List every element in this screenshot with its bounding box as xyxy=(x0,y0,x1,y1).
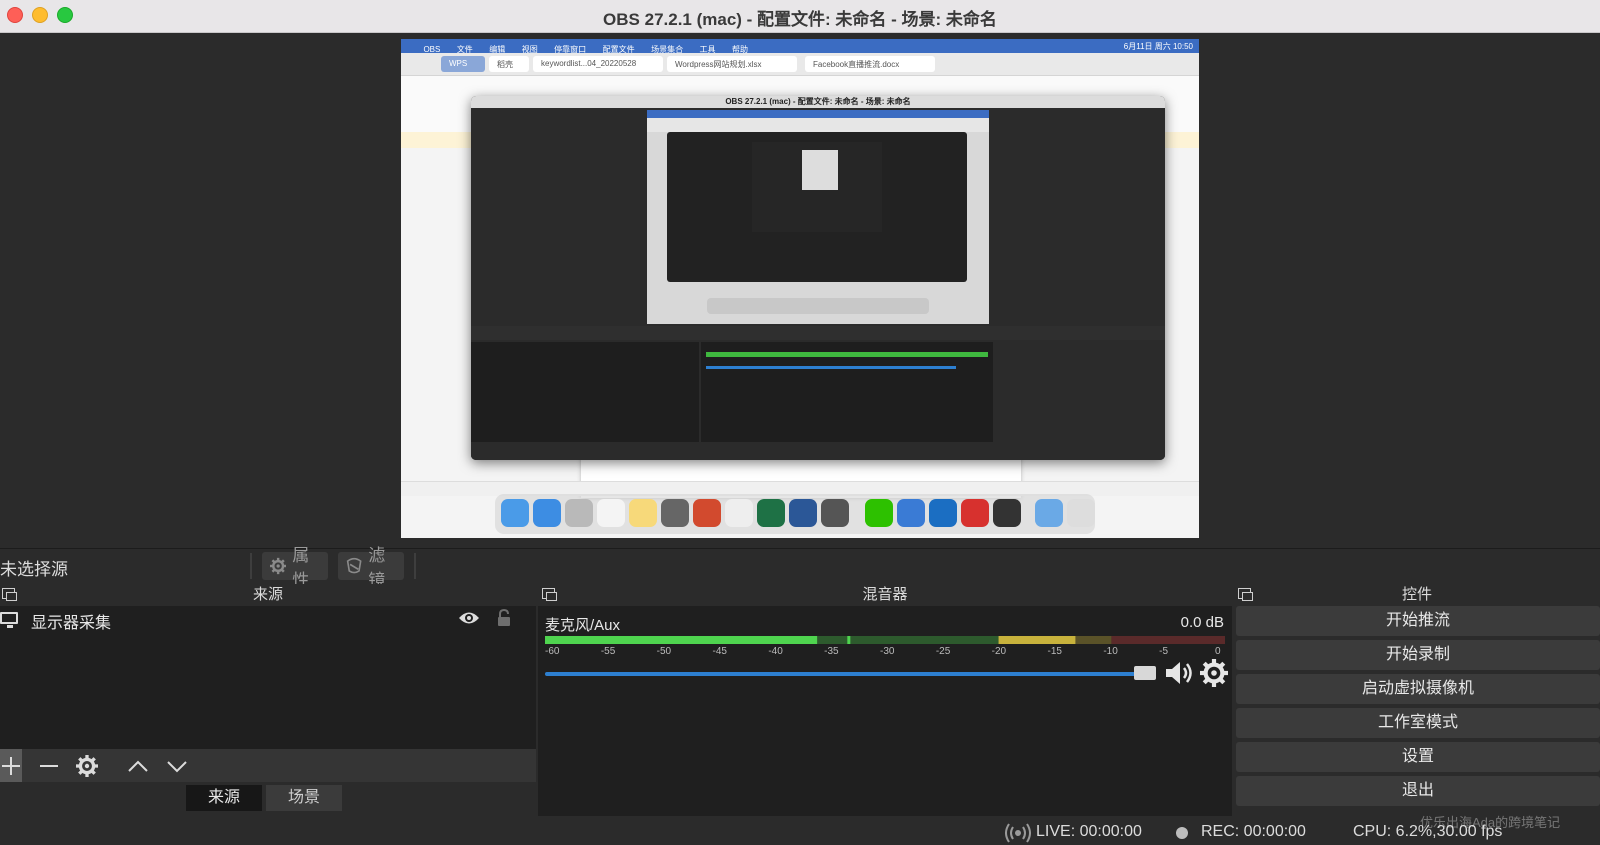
meter-scale: -60 -55 -50 -45 -40 -35 -30 -25 -20 -15 -10 -5 0 xyxy=(545,646,1225,660)
selected-source-label: 未选择源 xyxy=(0,560,68,579)
volume-fader-track[interactable] xyxy=(545,672,1143,676)
controls-dock: 开始推流 开始录制 启动虚拟摄像机 工作室模式 设置 退出 xyxy=(1234,606,1600,816)
sources-title: 来源 xyxy=(252,586,283,603)
meter-tick-label: -40 xyxy=(768,646,783,657)
mixer-level-db: 0.0 dB xyxy=(1180,614,1224,631)
meter-tick-label: -55 xyxy=(600,646,616,657)
meter-tick-label: -35 xyxy=(824,646,839,657)
tab-sources[interactable]: 来源 xyxy=(186,785,262,811)
captured-wps-tabbar: WPS 稻壳 keywordlist...04_20220528 Wordpre… xyxy=(401,53,1199,76)
meter-segment-bg xyxy=(1111,636,1225,644)
mixer-dock-header: 混音器 xyxy=(538,584,1232,606)
float-dock-icon[interactable] xyxy=(1238,588,1253,601)
settings-button[interactable]: 设置 xyxy=(1236,742,1600,772)
divider xyxy=(414,553,416,579)
rec-timer: REC: 00:00:00 xyxy=(1201,823,1306,840)
exit-button[interactable]: 退出 xyxy=(1236,776,1600,806)
captured-mac-dock xyxy=(495,494,1095,534)
record-indicator-icon xyxy=(1176,827,1188,839)
recursive-capture xyxy=(647,110,989,324)
meter-tick-label: 0 xyxy=(1215,646,1221,657)
remove-source-icon[interactable] xyxy=(38,755,60,777)
properties-button[interactable]: 属性 xyxy=(262,546,328,590)
filter-icon xyxy=(346,557,362,574)
audio-mixer: 麦克风/Aux 0.0 dB -60 -55 -50 -45 -40 -35 -30 -25-… xyxy=(538,606,1232,816)
captured-wps-tab: keywordlist...04_20220528 xyxy=(533,56,663,72)
meter-tick-label: -45 xyxy=(712,646,727,657)
window-title: OBS 27.2.1 (mac) - 配置文件: 未命名 - 场景: 未命名 xyxy=(603,10,997,29)
start-streaming-button[interactable]: 开始推流 xyxy=(1236,606,1600,636)
move-down-chevron-icon[interactable] xyxy=(166,755,188,777)
speaker-mute-icon[interactable] xyxy=(1164,659,1194,687)
float-dock-icon[interactable] xyxy=(542,588,557,601)
captured-wps-tab: Facebook直播推流.docx xyxy=(805,56,935,72)
mixer-title: 混音器 xyxy=(862,586,908,603)
meter-tick-label: -10 xyxy=(1103,646,1118,657)
controls-title: 控件 xyxy=(1401,586,1432,603)
captured-obs-docks xyxy=(471,326,1165,460)
source-settings-gear-icon[interactable] xyxy=(76,755,98,777)
tab-scenes[interactable]: 场景 xyxy=(266,785,342,811)
captured-obs-window: OBS 27.2.1 (mac) - 配置文件: 未命名 - 场景: 未命名 xyxy=(471,96,1165,460)
meter-tick-label: -50 xyxy=(656,646,672,657)
meter-tick-label: -60 xyxy=(545,646,560,657)
sources-toolbar xyxy=(0,749,536,782)
preview-screen-capture: OBS 文件 编辑 视图 停靠窗口 配置文件 场景集合 工具 帮助 6月11日 … xyxy=(401,39,1199,538)
filters-button[interactable]: 滤镜 xyxy=(338,546,404,590)
mixer-channel-name: 麦克风/Aux xyxy=(545,617,621,634)
mixer-settings-gear-icon[interactable] xyxy=(1200,659,1228,687)
sources-list[interactable]: 显示器采集 xyxy=(0,606,536,749)
divider xyxy=(250,553,252,579)
captured-wps-tab: Wordpress网站规划.xlsx xyxy=(667,56,797,72)
meter-tick-label: -5 xyxy=(1159,646,1169,657)
meter-tick-label: -20 xyxy=(991,646,1007,657)
sources-dock-header: 来源 xyxy=(0,584,536,606)
lock-icon[interactable] xyxy=(495,609,513,627)
meter-tick-label: -25 xyxy=(935,646,951,657)
controls-dock-header: 控件 xyxy=(1234,584,1600,606)
status-bar: LIVE: 00:00:00 REC: 00:00:00 CPU: 6.2%,3… xyxy=(0,820,1600,845)
watermark: 优乐出海Ada的跨境笔记 xyxy=(1420,815,1561,830)
source-name: 显示器采集 xyxy=(31,615,112,632)
start-recording-button[interactable]: 开始录制 xyxy=(1236,640,1600,670)
preview-area[interactable]: OBS 文件 编辑 视图 停靠窗口 配置文件 场景集合 工具 帮助 6月11日 … xyxy=(0,33,1600,539)
start-virtual-camera-button[interactable]: 启动虚拟摄像机 xyxy=(1236,674,1600,704)
broadcast-icon xyxy=(1005,823,1031,843)
meter-tick-label: -30 xyxy=(880,646,895,657)
title-bar: OBS 27.2.1 (mac) - 配置文件: 未命名 - 场景: 未命名 xyxy=(0,0,1600,33)
float-dock-icon[interactable] xyxy=(2,588,17,601)
gear-icon xyxy=(270,557,287,575)
add-source-icon[interactable] xyxy=(0,755,22,777)
meter-peak-marker xyxy=(847,636,851,644)
captured-menubar-time: 6月11日 周六 10:50 xyxy=(1123,42,1193,51)
captured-obs-title: OBS 27.2.1 (mac) - 配置文件: 未命名 - 场景: 未命名 xyxy=(471,96,1165,108)
studio-mode-button[interactable]: 工作室模式 xyxy=(1236,708,1600,738)
eye-icon[interactable] xyxy=(458,610,480,626)
source-item[interactable]: 显示器采集 xyxy=(0,606,536,632)
captured-mac-menubar: OBS 文件 编辑 视图 停靠窗口 配置文件 场景集合 工具 帮助 6月11日 … xyxy=(401,39,1199,54)
monitor-icon xyxy=(0,612,18,628)
live-timer: LIVE: 00:00:00 xyxy=(1036,823,1142,840)
meter-level-fill xyxy=(545,636,818,644)
move-up-chevron-icon[interactable] xyxy=(127,755,149,777)
captured-obs-preview xyxy=(471,108,1165,326)
volume-fader-handle[interactable] xyxy=(1134,666,1156,680)
volume-meter xyxy=(545,636,1225,644)
context-bar: 未选择源 属性 滤镜 xyxy=(0,546,1600,590)
meter-level-fill xyxy=(998,636,1076,644)
meter-tick-label: -15 xyxy=(1047,646,1062,657)
captured-wps-tab: 稻壳 xyxy=(489,56,529,72)
captured-wps-tab: WPS xyxy=(441,56,485,72)
